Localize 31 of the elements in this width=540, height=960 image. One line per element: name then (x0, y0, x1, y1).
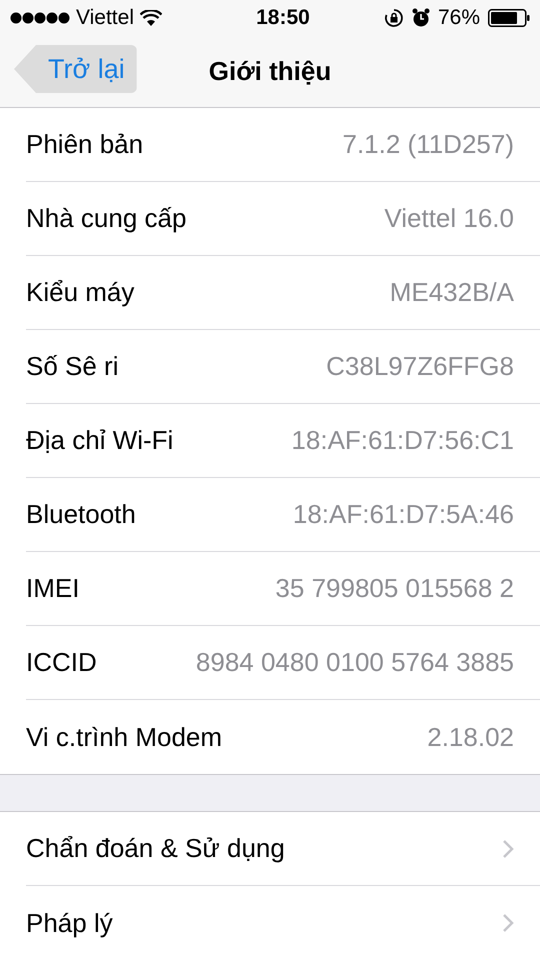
chevron-icon (502, 913, 514, 933)
info-label: ICCID (26, 646, 97, 679)
info-value: 18:AF:61:D7:5A:46 (292, 498, 514, 531)
info-value: ME432B/A (390, 276, 514, 309)
alarm-icon (412, 8, 430, 28)
info-value: 18:AF:61:D7:56:C1 (291, 424, 514, 457)
info-label: Vi c.trình Modem (26, 720, 222, 754)
info-value: C38L97Z6FFG8 (326, 350, 514, 383)
info-label: IMEI (26, 572, 80, 605)
row-label: Pháp lý (26, 906, 113, 940)
info-value: 7.1.2 (11D257) (342, 128, 514, 161)
battery-icon (488, 9, 530, 27)
info-label: Bluetooth (26, 498, 136, 531)
clock-time: 18:50 (256, 5, 310, 32)
chevron-icon (502, 838, 514, 858)
page-title: Giới thiệu (208, 55, 332, 88)
battery-percent: 76% (438, 5, 480, 32)
info-label: Nhà cung cấp (26, 202, 186, 235)
info-label: Kiểu máy (26, 276, 134, 309)
row-label: Chẩn đoán & Sử dụng (26, 832, 285, 865)
signal-icon (10, 12, 70, 24)
info-value: 35 799805 015568 2 (275, 572, 514, 605)
info-value: 2.18.02 (427, 720, 514, 754)
info-label: Địa chỉ Wi-Fi (26, 424, 174, 457)
info-value: Viettel 16.0 (384, 202, 514, 235)
carrier-name: Viettel (76, 5, 134, 32)
info-value: 8984 0480 0100 5764 3885 (196, 646, 514, 679)
rotation-lock-icon (384, 8, 404, 28)
wifi-icon (140, 10, 162, 26)
info-label: Số Sê ri (26, 350, 118, 383)
info-label: Phiên bản (26, 128, 144, 161)
